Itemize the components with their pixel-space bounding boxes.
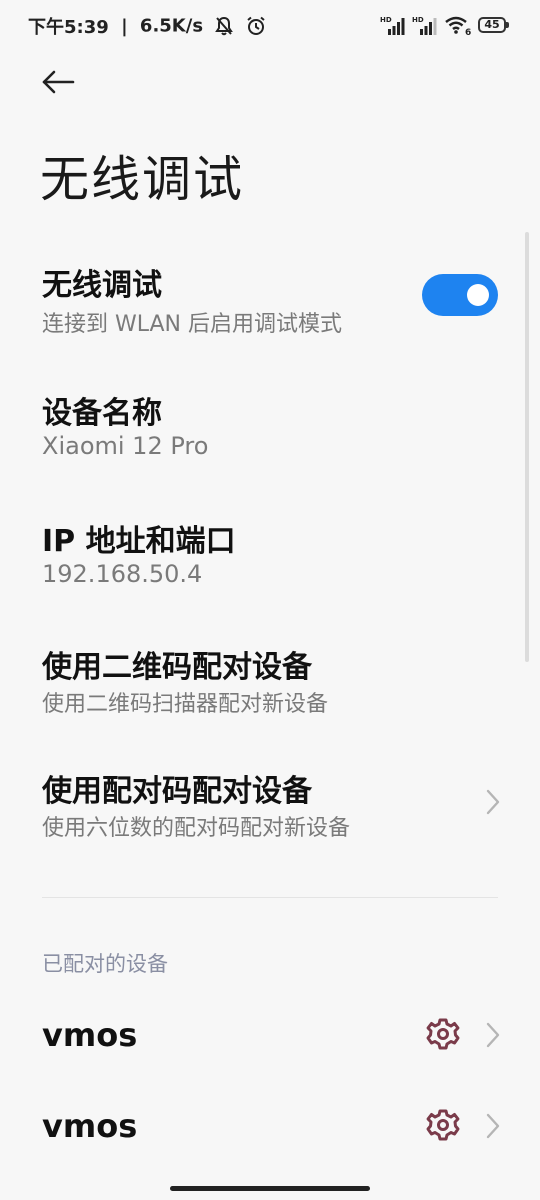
ip-port-row[interactable]: IP 地址和端口 192.168.50.4	[0, 508, 540, 600]
home-indicator[interactable]	[170, 1186, 370, 1191]
toggle-knob	[467, 284, 489, 306]
signal-sim2-icon: HD	[412, 16, 437, 35]
status-bar: 下午5:39 | 6.5K/s HD HD 6 45	[0, 0, 540, 50]
wifi-icon: 6	[445, 16, 471, 35]
pair-qr-title: 使用二维码配对设备	[42, 650, 312, 685]
device-name-title: 设备名称	[42, 396, 162, 431]
wifi-6-label: 6	[465, 28, 471, 35]
paired-device-item[interactable]: vmos	[0, 1000, 540, 1070]
status-network-speed: 6.5K/s	[139, 15, 204, 37]
back-button[interactable]	[38, 62, 78, 102]
pair-code-row[interactable]: 使用配对码配对设备 使用六位数的配对码配对新设备	[0, 758, 540, 850]
paired-device-item[interactable]: vmos	[0, 1091, 540, 1161]
gear-icon[interactable]	[426, 1017, 460, 1051]
chevron-right-icon	[486, 789, 500, 815]
sim2-hd-label: HD	[412, 16, 424, 24]
paired-devices-header: 已配对的设备	[42, 952, 168, 976]
status-left: 下午5:39 | 6.5K/s	[28, 13, 266, 39]
paired-device-name: vmos	[42, 1107, 138, 1145]
device-name-value: Xiaomi 12 Pro	[42, 432, 209, 460]
screen: 下午5:39 | 6.5K/s HD HD 6 45 无线调试 无线调试 连接到…	[0, 0, 540, 1200]
gear-icon[interactable]	[426, 1108, 460, 1142]
wireless-debugging-toggle[interactable]	[422, 274, 498, 316]
wireless-debugging-subtitle: 连接到 WLAN 后启用调试模式	[42, 312, 343, 337]
device-name-row[interactable]: 设备名称 Xiaomi 12 Pro	[0, 380, 540, 472]
status-time: 下午5:39	[28, 17, 109, 38]
back-arrow-icon	[42, 70, 75, 94]
ip-port-value: 192.168.50.4	[42, 560, 203, 588]
pair-qr-subtitle: 使用二维码扫描器配对新设备	[42, 692, 329, 717]
notifications-off-icon	[215, 16, 234, 36]
status-separator: |	[121, 15, 128, 37]
section-divider	[42, 897, 498, 898]
chevron-right-icon	[486, 1022, 500, 1048]
pair-qr-row[interactable]: 使用二维码配对设备 使用二维码扫描器配对新设备	[0, 632, 540, 724]
sim1-hd-label: HD	[380, 16, 392, 24]
pair-code-subtitle: 使用六位数的配对码配对新设备	[42, 816, 351, 841]
signal-sim1-icon: HD	[380, 16, 405, 35]
paired-device-name: vmos	[42, 1016, 138, 1054]
chevron-right-icon	[486, 1113, 500, 1139]
status-right: HD HD 6 45	[380, 14, 509, 36]
battery-icon: 45	[478, 17, 509, 33]
alarm-clock-icon	[246, 16, 265, 35]
page-title: 无线调试	[40, 151, 245, 208]
pair-code-title: 使用配对码配对设备	[42, 774, 312, 809]
ip-port-title: IP 地址和端口	[42, 524, 236, 559]
wireless-debugging-title: 无线调试	[42, 268, 162, 303]
